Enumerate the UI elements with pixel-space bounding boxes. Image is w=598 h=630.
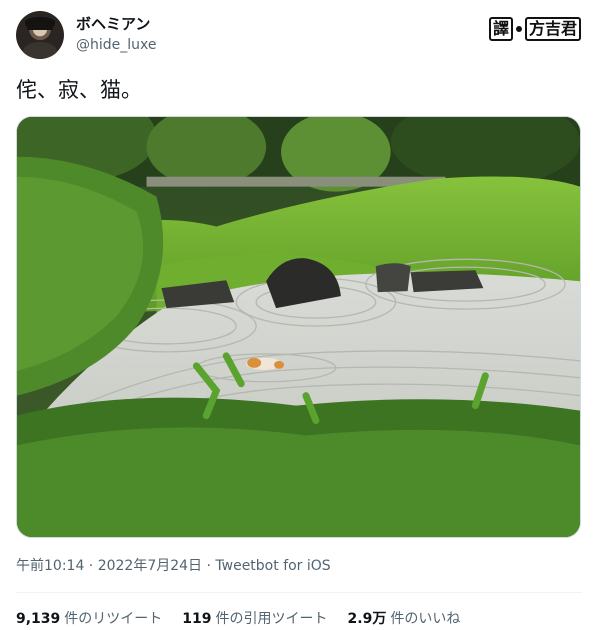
avatar-body-icon bbox=[23, 42, 57, 59]
quote-tweets-value: 119 bbox=[182, 611, 212, 627]
retweets-count[interactable]: 9,139 件のリツイート bbox=[16, 610, 162, 628]
watermark-dot-icon bbox=[515, 26, 522, 32]
retweets-label: 件のリツイート bbox=[64, 611, 163, 627]
hat-icon bbox=[25, 17, 55, 27]
avatar[interactable] bbox=[16, 11, 64, 59]
author-handle[interactable]: @hide_luxe bbox=[76, 36, 157, 54]
translator-watermark: 譯 方吉君 bbox=[488, 17, 581, 41]
retweets-value: 9,139 bbox=[16, 611, 61, 627]
likes-label: 件のいいね bbox=[390, 611, 461, 627]
watermark-right: 方吉君 bbox=[524, 17, 581, 41]
stats-divider bbox=[16, 592, 582, 593]
tweet-photo[interactable] bbox=[16, 116, 581, 538]
tweet-text: 侘、寂、猫。 bbox=[16, 78, 142, 102]
likes-value: 2.9万 bbox=[347, 611, 387, 627]
author-display-name[interactable]: ボヘミアン bbox=[76, 15, 150, 33]
zen-garden-photo-icon bbox=[17, 117, 580, 537]
tweet-timestamp[interactable]: 午前10:14 · 2022年7月24日 · Tweetbot for iOS bbox=[16, 557, 331, 575]
tweet-stats: 9,139 件のリツイート 119 件の引用ツイート 2.9万 件のいいね bbox=[16, 610, 460, 628]
quote-tweets-label: 件の引用ツイート bbox=[215, 611, 328, 627]
quote-tweets-count[interactable]: 119 件の引用ツイート bbox=[182, 610, 327, 628]
watermark-left: 譯 bbox=[488, 17, 513, 41]
likes-count[interactable]: 2.9万 件のいいね bbox=[348, 610, 461, 628]
